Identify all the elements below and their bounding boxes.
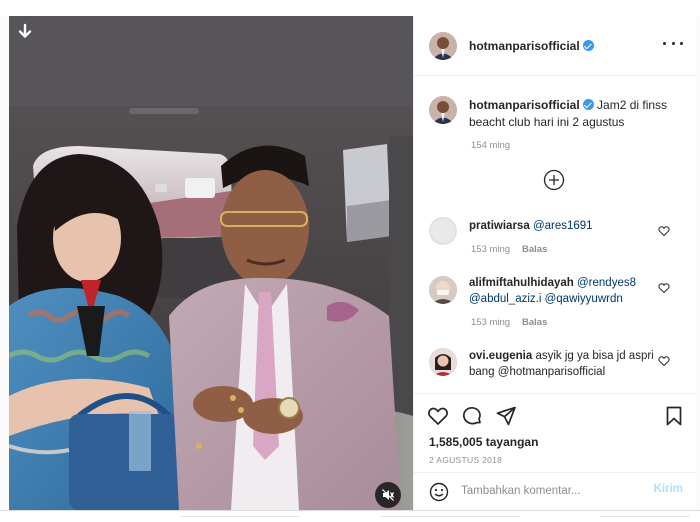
comment-bubble-icon[interactable]	[461, 405, 483, 427]
reply-button[interactable]: Balas	[522, 244, 547, 255]
muted-speaker-icon	[382, 489, 395, 501]
verified-badge-icon	[582, 99, 594, 110]
view-count[interactable]: 1,585,005 tayangan	[429, 435, 538, 449]
avatar[interactable]	[429, 32, 457, 60]
emoji-icon[interactable]	[429, 482, 449, 502]
more-options-icon[interactable]	[663, 36, 683, 50]
comment-box: Kirim	[414, 472, 697, 510]
post-caption: hotmanparisofficial Jam2 di finss beacht…	[469, 97, 684, 131]
comment-item: alifmiftahulhidayah @rendyes8 @abdul_azi…	[469, 275, 669, 307]
post-date: 2 AGUSTUS 2018	[429, 455, 503, 465]
mute-button[interactable]	[375, 482, 401, 508]
comment-time: 153 ming	[471, 317, 511, 328]
comment-time: 153 ming	[471, 244, 511, 255]
post-comment-button[interactable]: Kirim	[654, 483, 683, 495]
caption-time: 154 ming	[471, 140, 511, 151]
comment-username[interactable]: pratiwiarsa	[469, 220, 530, 232]
comment-item: pratiwiarsa @ares1691	[469, 218, 669, 234]
post-header: hotmanparisofficial	[414, 16, 697, 76]
bookmark-icon[interactable]	[663, 405, 685, 427]
comment-username[interactable]: ovi.eugenia	[469, 350, 532, 362]
heart-icon[interactable]	[427, 405, 449, 427]
avatar[interactable]	[429, 276, 457, 304]
reply-button[interactable]: Balas	[522, 317, 547, 328]
paper-plane-icon[interactable]	[495, 405, 517, 427]
verified-badge-icon	[582, 40, 594, 51]
instagram-post-modal: hotmanparisofficial hotmanparisofficial …	[0, 0, 700, 522]
header-username[interactable]: hotmanparisofficial	[469, 39, 594, 53]
post-side-panel: hotmanparisofficial hotmanparisofficial …	[413, 16, 697, 510]
avatar[interactable]	[429, 96, 457, 124]
avatar[interactable]	[429, 217, 457, 245]
caption-username[interactable]: hotmanparisofficial	[469, 98, 580, 112]
download-arrow-icon[interactable]	[15, 22, 35, 42]
comment-input[interactable]	[461, 481, 641, 501]
heart-icon[interactable]	[658, 282, 670, 294]
heart-icon[interactable]	[658, 225, 670, 237]
comment-text[interactable]: @ares1691	[533, 220, 593, 232]
comment-username[interactable]: alifmiftahulhidayah	[469, 277, 574, 289]
post-video[interactable]	[9, 16, 413, 510]
plus-circle-icon[interactable]	[543, 169, 565, 191]
avatar[interactable]	[429, 348, 457, 376]
heart-icon[interactable]	[658, 355, 670, 367]
comment-item: ovi.eugenia asyik jg ya bisa jd aspri ba…	[469, 348, 669, 380]
video-frame-image	[9, 16, 413, 510]
